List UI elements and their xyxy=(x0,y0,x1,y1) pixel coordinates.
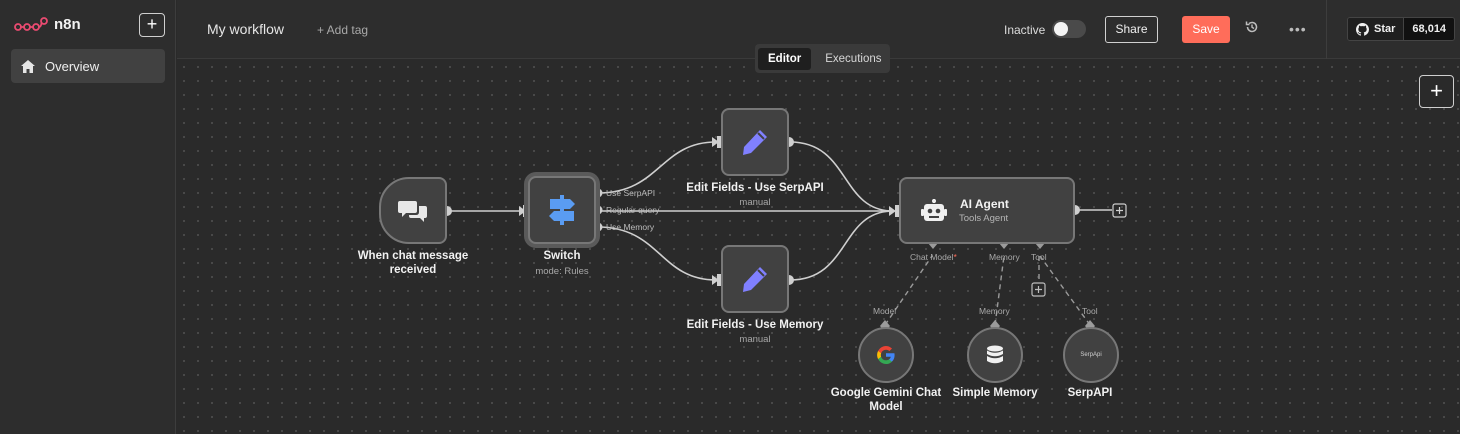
tab-editor[interactable]: Editor xyxy=(758,47,812,70)
agent-output-add-icon xyxy=(1112,203,1127,218)
node-edit-fields-serpapi[interactable] xyxy=(721,108,789,176)
tool-add-icon xyxy=(1031,282,1046,297)
chat-bubbles-icon xyxy=(398,200,427,222)
switch-output-label-memory: Use Memory xyxy=(606,222,655,232)
edit-fields-serpapi-label: Edit Fields - Use SerpAPI xyxy=(686,182,824,194)
switch-output-label-serpapi: Use SerpAPI xyxy=(606,188,656,198)
edit-fields-memory-label: Edit Fields - Use Memory xyxy=(686,319,824,331)
pencil-icon xyxy=(743,130,767,155)
connection-edit-memory-agent xyxy=(789,210,894,281)
simple-memory-label: Simple Memory xyxy=(952,387,1038,399)
switch-output-label-regular: Regular query xyxy=(606,205,660,215)
agent-input-label-tool: Tool xyxy=(1031,252,1047,262)
serpapi-port-label: Tool xyxy=(1082,306,1098,316)
switch-label: Switch xyxy=(543,250,581,262)
ai-agent-subtitle: Tools Agent xyxy=(959,213,1009,224)
signpost-icon xyxy=(549,195,575,225)
switch-subtitle: mode: Rules xyxy=(535,266,589,277)
connection-edit-serp-agent xyxy=(789,141,894,212)
serpapi-label: SerpAPI xyxy=(1067,387,1113,399)
edit-fields-memory-subtitle: manual xyxy=(739,334,771,345)
edit-fields-serpapi-subtitle: manual xyxy=(739,197,771,208)
mode-tabs: Editor Executions xyxy=(755,44,890,73)
node-edit-fields-memory[interactable] xyxy=(721,245,789,313)
ai-agent-title: AI Agent xyxy=(960,197,1009,211)
agent-input-label-memory: Memory xyxy=(989,252,1020,262)
serpapi-logo-icon: SerpApi xyxy=(1080,352,1102,358)
node-google-gemini-chat-model[interactable] xyxy=(858,327,914,383)
database-icon xyxy=(987,345,1003,364)
robot-icon xyxy=(921,198,947,221)
pencil-icon xyxy=(743,267,767,292)
google-g-icon xyxy=(877,346,895,364)
agent-input-label-chat-model: Chat Model* xyxy=(910,252,957,262)
node-chat-trigger[interactable] xyxy=(379,177,447,244)
node-switch[interactable] xyxy=(528,176,596,244)
node-serpapi[interactable]: SerpApi xyxy=(1063,327,1119,383)
connection-switch-edit-memory xyxy=(597,226,717,281)
n8n-app: n8n + Overview My workflow + Add tag Ina… xyxy=(0,0,1460,434)
add-node-button[interactable]: + xyxy=(1419,75,1454,108)
memory-port-label: Memory xyxy=(979,306,1010,316)
node-simple-memory[interactable] xyxy=(967,327,1023,383)
gemini-port-label: Model xyxy=(873,306,897,316)
tab-executions[interactable]: Executions xyxy=(815,48,891,70)
chat-trigger-label: When chat message received xyxy=(357,250,469,276)
connections-layer xyxy=(442,136,1127,332)
